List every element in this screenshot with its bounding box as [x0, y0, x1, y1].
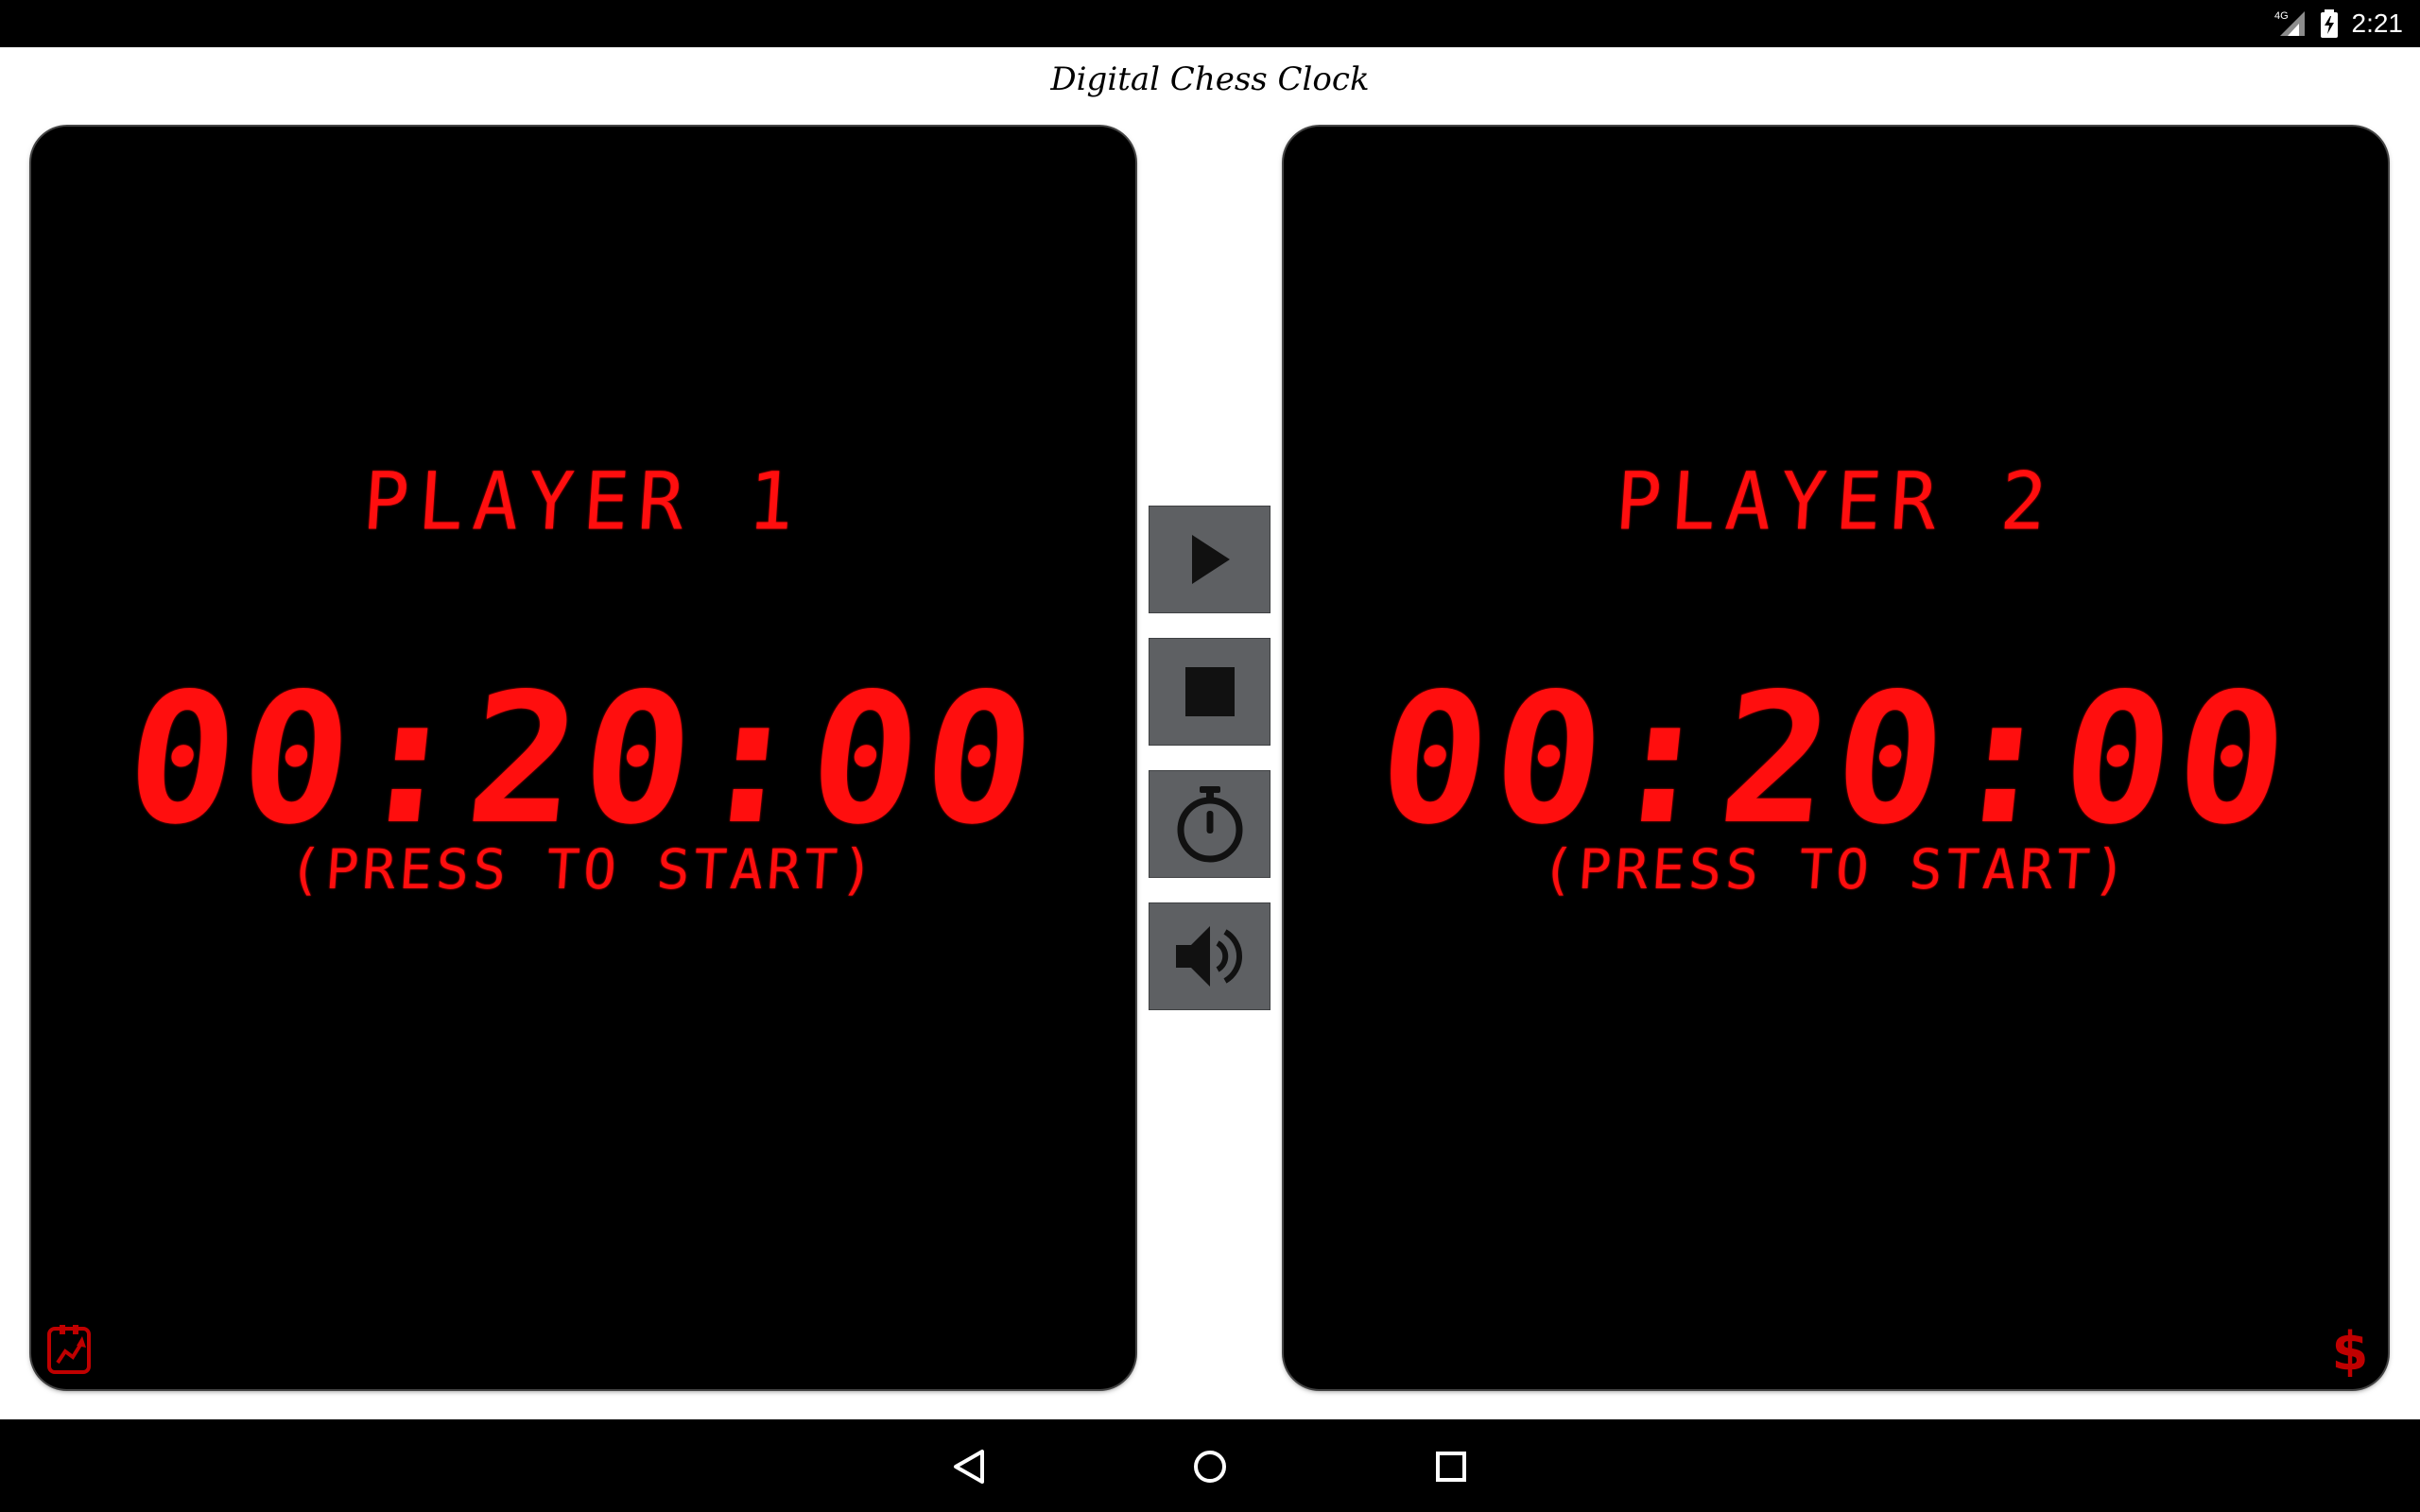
battery-charging-icon	[2320, 9, 2339, 38]
timer-settings-button[interactable]	[1149, 770, 1270, 878]
dollar-icon[interactable]: $	[2325, 1321, 2375, 1378]
app-title: Digital Chess Clock	[1050, 60, 1370, 98]
player-1-hint: (PRESS TO START)	[286, 837, 880, 902]
player-2-clock-panel[interactable]: PLAYER 2 00:20:00 (PRESS TO START) $	[1284, 127, 2388, 1389]
status-icons: 4G 2:21	[2274, 0, 2404, 47]
player-2-time: 00:20:00	[1369, 655, 2303, 864]
player-1-clock-panel[interactable]: PLAYER 1 00:20:00 (PRESS TO START)	[31, 127, 1135, 1389]
signal-icon: 4G	[2274, 9, 2307, 38]
home-icon[interactable]	[1182, 1440, 1238, 1493]
player-1-time: 00:20:00	[116, 655, 1050, 864]
player-1-name: PLAYER 1	[360, 455, 806, 548]
stop-button[interactable]	[1149, 638, 1270, 746]
recent-apps-icon[interactable]	[1423, 1440, 1479, 1493]
play-button[interactable]	[1149, 506, 1270, 613]
network-type-label: 4G	[2274, 10, 2289, 22]
speaker-icon	[1175, 926, 1242, 987]
rate-app-icon[interactable]	[44, 1321, 94, 1378]
status-bar: 4G 2:21	[0, 0, 2420, 47]
svg-text:$: $	[2332, 1322, 2369, 1377]
stopwatch-icon	[1177, 786, 1242, 863]
play-icon	[1191, 535, 1230, 584]
status-time: 2:21	[2351, 9, 2404, 38]
player-2-hint: (PRESS TO START)	[1539, 837, 2133, 902]
sound-toggle-button[interactable]	[1149, 902, 1270, 1010]
stop-icon	[1184, 667, 1235, 716]
back-icon[interactable]	[941, 1440, 997, 1493]
navigation-bar	[0, 1419, 2420, 1512]
player-2-name: PLAYER 2	[1613, 455, 2059, 548]
